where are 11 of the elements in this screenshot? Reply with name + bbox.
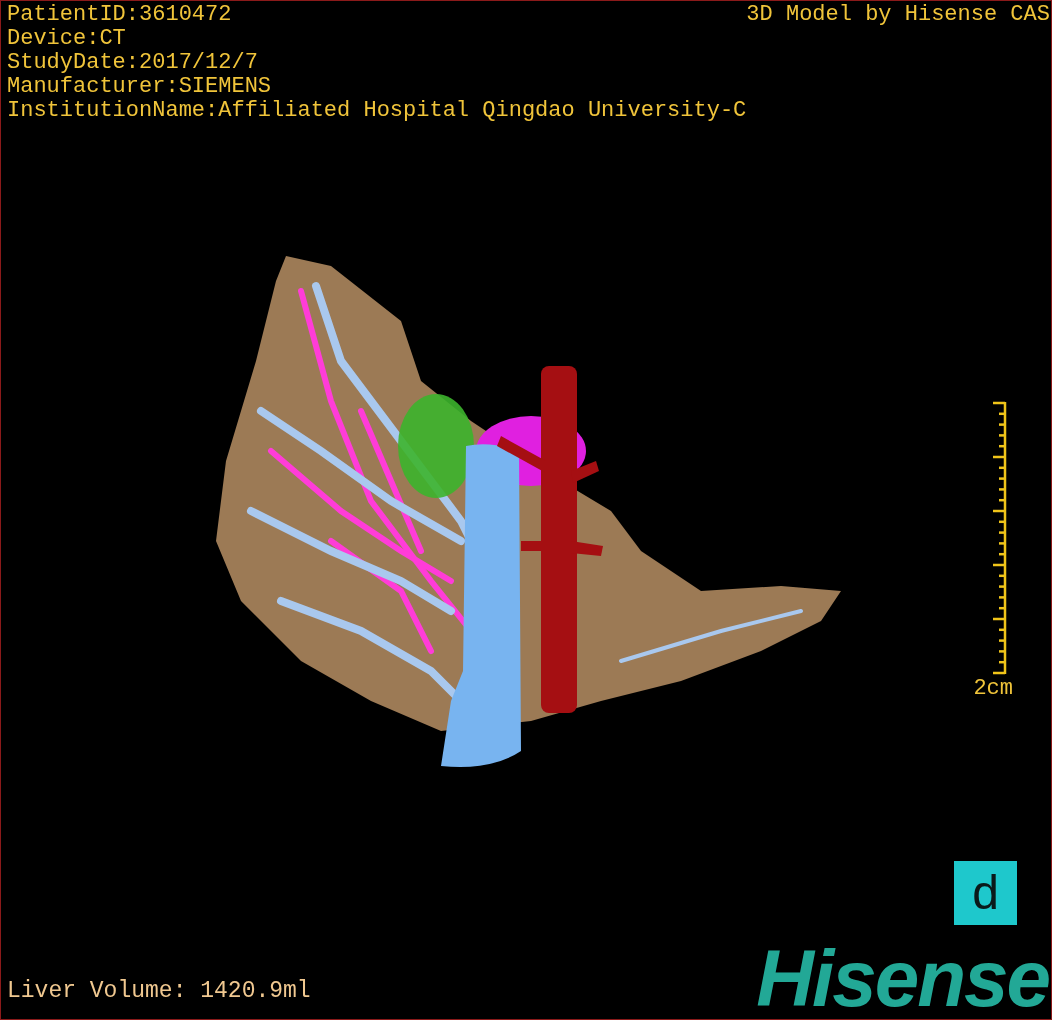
liver-volume-text: Liver Volume: 1420.9ml (7, 979, 311, 1003)
patient-info-text: Device:CT (7, 27, 127, 51)
view-badge[interactable]: d (954, 861, 1017, 925)
patient-info-text: StudyDate:2017/12/7 (7, 51, 259, 75)
scale-ruler-icon (993, 401, 1008, 675)
brand-logo: Hisense (756, 939, 1049, 1019)
patient-info-text: Manufacturer:SIEMENS (7, 75, 273, 99)
scale-label: 2cm (973, 677, 1013, 701)
patient-info-text: PatientID:3610472 (7, 3, 233, 27)
patient-info-text: InstitutionName:Affiliated Hospital Qingdao University-C (7, 99, 747, 123)
app-title: 3D Model by Hisense CAS (746, 3, 1050, 27)
